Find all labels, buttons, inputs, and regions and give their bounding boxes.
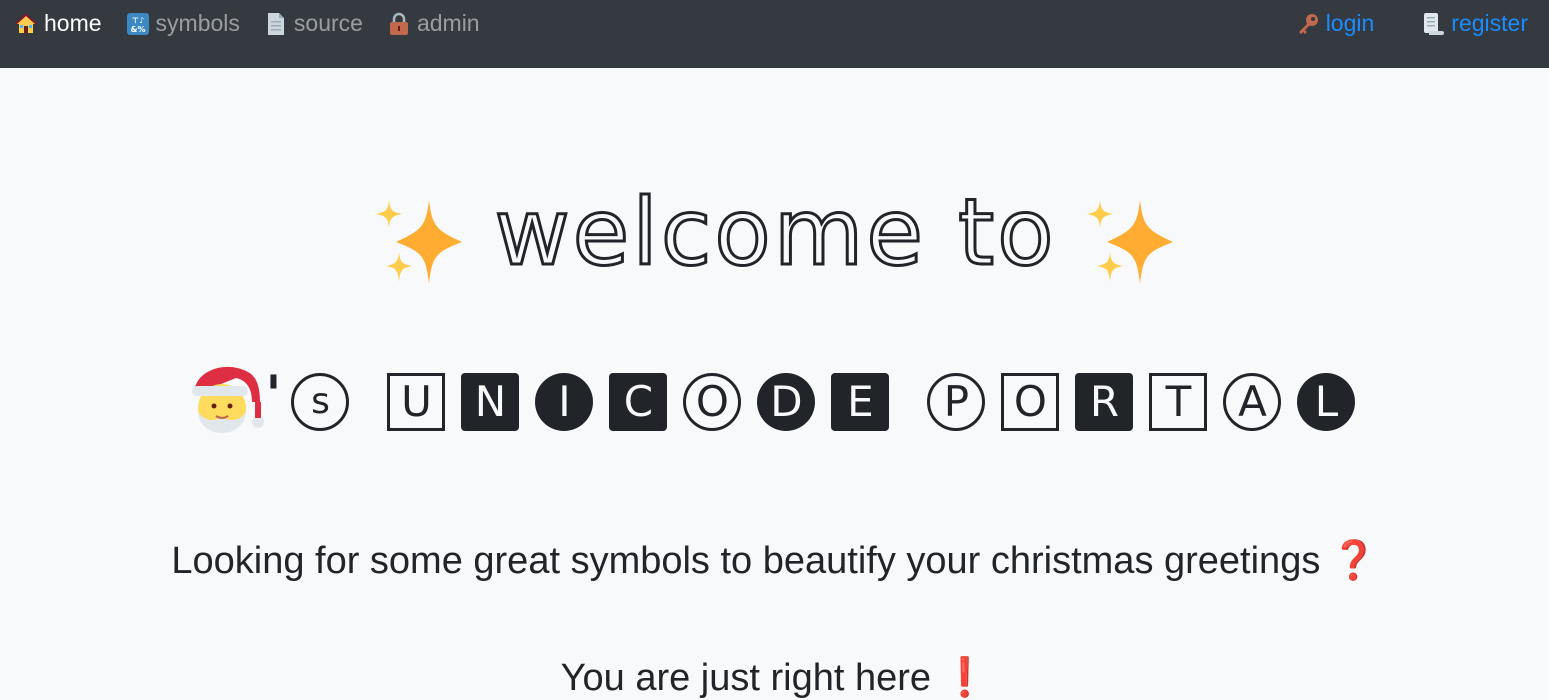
nav-login-label: login [1325,10,1375,36]
title-letter: I [535,373,594,431]
nav-source-label: source [293,10,363,36]
nav-left: home ⊤♪ &% symbols source admin [14,10,504,37]
title-letter: N [461,373,520,431]
symbols-icon: ⊤♪ &% [126,12,150,36]
tagline: Looking for some great symbols to beauti… [0,538,1549,583]
possessive-apostrophe: ' [265,365,282,425]
answer-line: You are just right here ❗ [0,655,1549,700]
title-letter: P [927,373,986,431]
tagline-text: Looking for some great symbols to beauti… [171,540,1321,582]
portal-title: ' s U N I C O D E P O R T A L [0,362,1549,442]
nav-right: login register [1249,10,1528,37]
nav-register-label: register [1451,10,1528,36]
title-letter: T [1149,373,1208,431]
house-icon [14,12,38,36]
lock-icon [387,12,411,36]
welcome-heading: welcome to [0,185,1549,286]
title-letter: O [1001,373,1060,431]
santa-icon [191,366,264,433]
welcome-text: welcome to [493,179,1057,286]
page-icon [264,12,288,36]
title-letter: E [831,373,890,431]
exclamation-mark-icon: ❗ [941,655,989,699]
question-mark-icon: ❓ [1330,538,1378,582]
nav-login-link[interactable]: login [1296,10,1375,37]
title-letter: R [1075,373,1134,431]
title-letter: U [387,373,446,431]
nav-source-link[interactable]: source [264,10,363,37]
title-letter: C [609,373,668,431]
title-letter: A [1223,373,1282,431]
nav-symbols-label: symbols [155,10,240,36]
nav-home-link[interactable]: home [14,10,102,37]
sparkles-icon [1086,200,1173,284]
answer-text: You are just right here [560,657,932,699]
title-letter: L [1297,373,1356,431]
nav-admin-label: admin [416,10,480,36]
nav-register-link[interactable]: register [1421,10,1528,37]
title-letter: O [683,373,742,431]
scroll-icon [1421,12,1445,36]
svg-text:&%: &% [130,25,145,34]
key-icon [1296,12,1320,36]
navbar: home ⊤♪ &% symbols source admin login re… [0,0,1549,68]
nav-home-label: home [44,10,102,36]
nav-symbols-link[interactable]: ⊤♪ &% symbols [126,10,240,37]
title-letter: D [757,373,816,431]
nav-admin-link[interactable]: admin [387,10,480,37]
svg-text:⊤♪: ⊤♪ [131,16,143,25]
title-letter: s [291,373,350,431]
sparkles-icon [376,200,463,284]
